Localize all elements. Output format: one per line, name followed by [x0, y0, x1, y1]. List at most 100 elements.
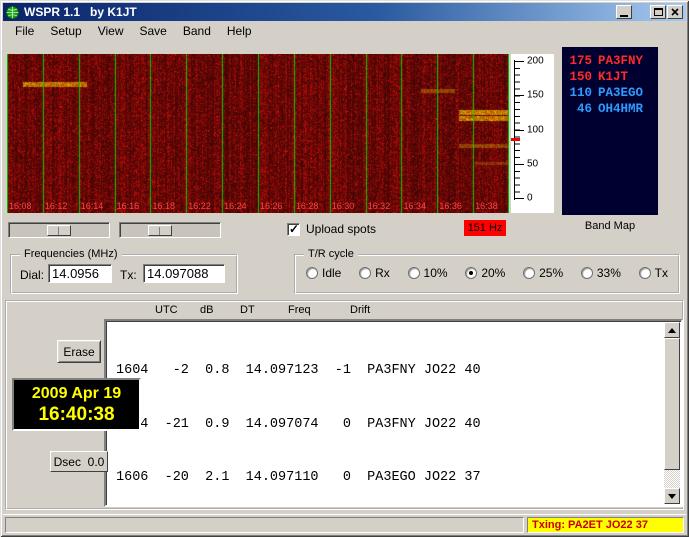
menu-help[interactable]: Help	[219, 22, 260, 40]
band-map-freq: 46	[568, 101, 592, 117]
radio-button-icon[interactable]	[523, 267, 535, 279]
radio-button-icon[interactable]	[639, 267, 651, 279]
radio-button-icon[interactable]	[465, 267, 477, 279]
radio-button-icon[interactable]	[306, 267, 318, 279]
menu-setup[interactable]: Setup	[42, 22, 89, 40]
close-button[interactable]	[667, 5, 683, 19]
txing-status-cell: Txing: PA2ET JO22 37	[527, 517, 684, 533]
waterfall-display[interactable]	[7, 54, 509, 213]
arrow-up-icon	[668, 328, 676, 333]
clock-date: 2009 Apr 19	[32, 384, 121, 404]
upload-spots-checkbox[interactable]: Upload spots	[287, 222, 376, 236]
tr-cycle-group-title: T/R cycle	[304, 248, 358, 260]
radio-button-icon[interactable]	[408, 267, 420, 279]
utc-clock: 2009 Apr 19 16:40:38	[12, 378, 141, 431]
decode-scrollbar[interactable]	[664, 322, 680, 504]
radio-label: 10%	[424, 266, 448, 280]
band-map-entry: 150 K1JT	[568, 69, 658, 85]
column-header-db: dB	[200, 304, 213, 316]
column-header-utc: UTC	[155, 304, 178, 316]
scale-number: 0	[527, 193, 533, 204]
decode-row: 1604 -21 0.9 14.097074 0 PA3FNY JO22 40	[116, 416, 662, 434]
radio-label: 33%	[597, 266, 621, 280]
radio-10pct[interactable]: 10%	[408, 266, 448, 280]
radio-label: Rx	[375, 266, 390, 280]
radio-20pct[interactable]: 20%	[465, 266, 505, 280]
minimize-icon	[620, 15, 628, 17]
titlebar[interactable]: WSPR 1.1 by K1JT	[3, 3, 686, 21]
band-map-call: K1JT	[598, 70, 628, 84]
band-map-entry: 110PA3EGO	[568, 85, 658, 101]
radio-label: Idle	[322, 266, 341, 280]
close-icon	[671, 8, 679, 16]
scale-number: 200	[527, 56, 544, 67]
scale-tick	[515, 95, 524, 96]
erase-button[interactable]: Erase	[57, 340, 101, 363]
radio-label: 20%	[481, 266, 505, 280]
column-header-drift: Drift	[350, 304, 370, 316]
radio-33pct[interactable]: 33%	[581, 266, 621, 280]
radio-button-icon[interactable]	[581, 267, 593, 279]
band-map-freq: 150	[568, 69, 592, 85]
tx-frequency-input[interactable]	[143, 264, 225, 283]
decode-row: 1604 -2 0.8 14.097123 -1 PA3FNY JO22 40	[116, 362, 662, 380]
column-header-dt: DT	[240, 304, 255, 316]
scrollbar-thumb[interactable]	[664, 338, 680, 470]
radio-25pct[interactable]: 25%	[523, 266, 563, 280]
window-title: WSPR 1.1 by K1JT	[24, 5, 137, 19]
tx-label: Tx:	[120, 268, 137, 282]
scroll-up-button[interactable]	[664, 322, 680, 338]
upload-spots-checkbox-box[interactable]	[287, 223, 300, 236]
radio-button-icon[interactable]	[359, 267, 371, 279]
tr-cycle-group: T/R cycle Idle Rx 10% 20% 25% 33% Tx	[294, 254, 680, 294]
band-map-call: PA3FNY	[598, 54, 643, 68]
decode-text-area[interactable]: 1604 -2 0.8 14.097123 -1 PA3FNY JO22 40 …	[104, 319, 683, 507]
tr-cycle-options: Idle Rx 10% 20% 25% 33% Tx	[306, 266, 668, 280]
menu-view[interactable]: View	[90, 22, 132, 40]
band-map-entry: 46 OH4HMR	[568, 101, 658, 117]
band-map-panel: 175PA3FNY 150K1JT 110PA3EGO 46OH4HMR	[562, 47, 658, 215]
dial-frequency-input[interactable]	[48, 264, 112, 283]
decode-row: 1606 -20 2.1 14.097110 0 PA3EGO JO22 37	[116, 469, 662, 487]
statusbar: Txing: PA2ET JO22 37	[3, 514, 686, 534]
slider-thumb[interactable]	[47, 225, 71, 236]
clock-time: 16:40:38	[38, 404, 114, 426]
frequencies-group: Frequencies (MHz) Dial: Tx:	[10, 254, 238, 294]
arrow-down-icon	[668, 494, 676, 499]
band-map-label: Band Map	[562, 220, 658, 232]
radio-idle[interactable]: Idle	[306, 266, 341, 280]
scale-tick	[515, 198, 524, 199]
frequencies-group-title: Frequencies (MHz)	[20, 248, 122, 260]
upload-spots-label: Upload spots	[306, 222, 376, 236]
menu-band[interactable]: Band	[175, 22, 219, 40]
status-message-cell	[5, 517, 524, 533]
minimize-button[interactable]	[616, 5, 632, 19]
scroll-down-button[interactable]	[664, 488, 680, 504]
wspr-window: WSPR 1.1 by K1JT File Setup View Save Ba…	[0, 0, 689, 537]
slider-thumb[interactable]	[148, 225, 172, 236]
menu-file[interactable]: File	[7, 22, 42, 40]
band-map-freq: 110	[568, 85, 592, 101]
band-map-call: OH4HMR	[598, 102, 643, 116]
radio-tx[interactable]: Tx	[639, 266, 668, 280]
scale-number: 50	[527, 159, 538, 170]
rx-tone-frequency-badge: 151 Hz	[464, 220, 506, 236]
column-header-freq: Freq	[288, 304, 311, 316]
app-icon	[6, 6, 19, 19]
rx-level-marker	[511, 138, 520, 141]
maximize-icon	[654, 8, 663, 16]
waterfall-zero-slider[interactable]	[119, 222, 221, 238]
dsec-display: Dsec 0.0	[50, 451, 108, 472]
maximize-button[interactable]	[650, 5, 666, 19]
waterfall-gain-slider[interactable]	[8, 222, 110, 238]
scale-number: 150	[527, 90, 544, 101]
radio-rx[interactable]: Rx	[359, 266, 390, 280]
radio-label: 25%	[539, 266, 563, 280]
menu-save[interactable]: Save	[132, 22, 175, 40]
dial-label: Dial:	[20, 268, 44, 282]
radio-label: Tx	[655, 266, 668, 280]
scale-tick	[515, 164, 524, 165]
decode-list: 1604 -2 0.8 14.097123 -1 PA3FNY JO22 40 …	[108, 323, 662, 503]
frequency-scale: 200 150 100 50 0	[511, 54, 554, 213]
menubar: File Setup View Save Band Help	[3, 21, 686, 41]
